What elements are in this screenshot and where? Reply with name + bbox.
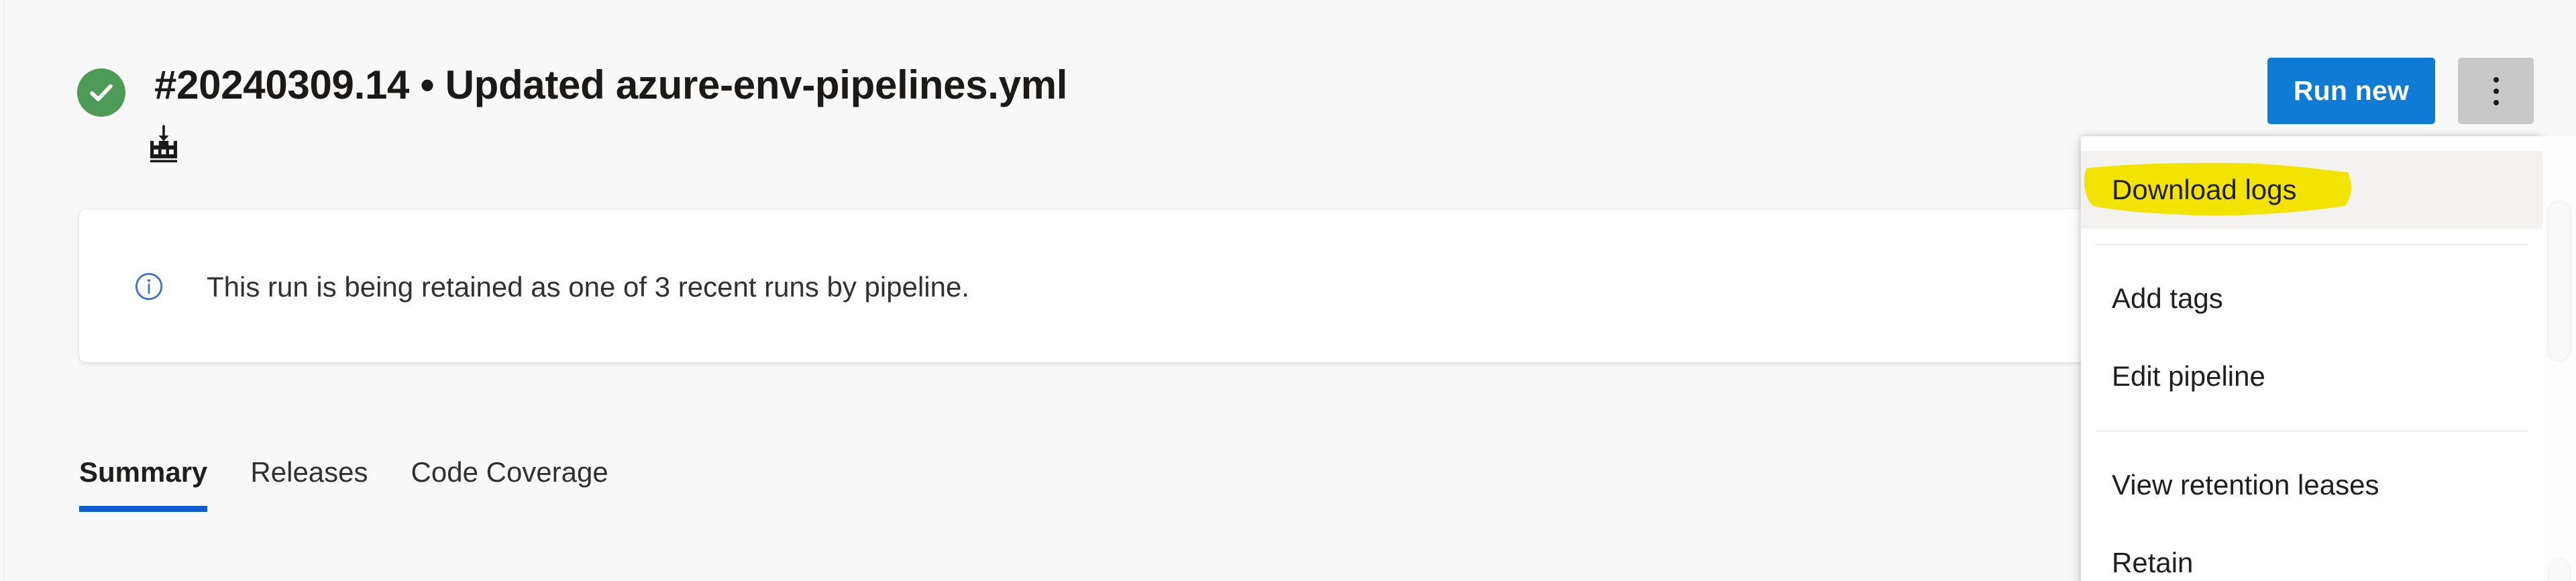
tab-code-coverage[interactable]: Code Coverage [390,433,630,512]
menu-scrollbar-thumb-secondary[interactable] [2548,558,2571,581]
menu-item-label: Retain [2112,547,2194,578]
tab-releases-label: Releases [250,456,368,488]
more-actions-button[interactable] [2458,58,2534,124]
menu-item-label: Download logs [2112,174,2297,205]
page-title: #20240309.14 • Updated azure-env-pipelin… [154,62,1068,107]
menu-item-label: View retention leases [2112,469,2379,500]
tab-releases[interactable]: Releases [229,433,389,512]
info-circle-icon [134,272,164,301]
menu-item-retain[interactable]: Retain [2081,524,2542,581]
retain-box-icon [146,125,181,164]
kebab-menu-icon [2493,76,2499,105]
menu-scrollbar-thumb[interactable] [2548,201,2571,361]
menu-item-label: Edit pipeline [2112,360,2265,392]
menu-item-edit-pipeline[interactable]: Edit pipeline [2081,337,2542,415]
run-tabs: Summary Releases Code Coverage [79,433,630,512]
more-actions-context-menu: Download logs Add tags Edit pipeline Vie… [2081,136,2542,581]
tab-summary-label: Summary [79,456,208,488]
check-circle-icon [77,68,125,117]
menu-item-add-tags[interactable]: Add tags [2081,260,2542,337]
info-banner-message: This run is being retained as one of 3 r… [207,271,970,303]
run-new-button[interactable]: Run new [2267,58,2435,124]
menu-item-view-retention-leases[interactable]: View retention leases [2081,446,2542,524]
tab-code-coverage-label: Code Coverage [411,456,608,488]
tab-summary[interactable]: Summary [79,433,229,512]
menu-separator [2096,244,2528,245]
menu-item-label: Add tags [2112,282,2223,314]
menu-item-download-logs[interactable]: Download logs [2081,151,2542,229]
